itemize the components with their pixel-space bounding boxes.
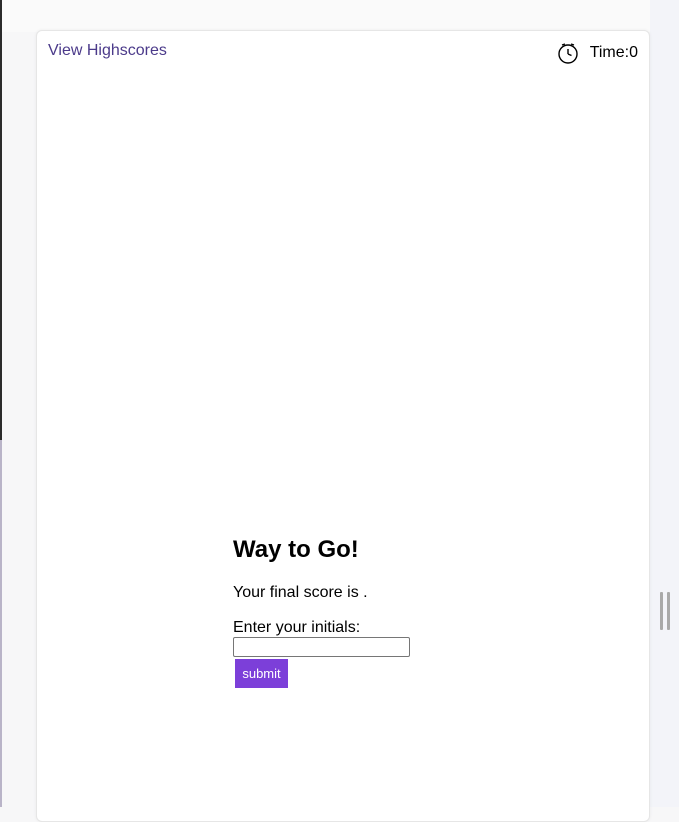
- window-edge-lower: [0, 440, 2, 807]
- grip-bar: [667, 592, 670, 630]
- submit-button[interactable]: submit: [235, 659, 288, 688]
- final-score-prefix: Your final score is: [233, 584, 359, 601]
- initials-input[interactable]: [233, 637, 410, 657]
- timer-value: 0: [629, 44, 638, 61]
- timer: Time: 0: [557, 42, 638, 64]
- initials-label: Enter your initials:: [233, 619, 361, 636]
- window-edge: [0, 0, 2, 440]
- results-title: Way to Go!: [233, 536, 359, 563]
- timer-label: Time:: [589, 44, 630, 61]
- results-section: Way to Go! Your final score is . Enter y…: [233, 536, 493, 688]
- side-panel: [650, 0, 679, 807]
- final-score-suffix: .: [363, 584, 368, 601]
- clock-icon: [557, 43, 578, 64]
- grip-bar: [660, 592, 663, 630]
- quiz-card: View Highscores Time: 0 Way to Go! Your f…: [36, 30, 650, 822]
- view-highscores-link[interactable]: View Highscores: [48, 42, 167, 60]
- resize-handle[interactable]: [660, 592, 670, 630]
- final-score-line: Your final score is .: [233, 584, 493, 602]
- top-strip: [2, 0, 650, 32]
